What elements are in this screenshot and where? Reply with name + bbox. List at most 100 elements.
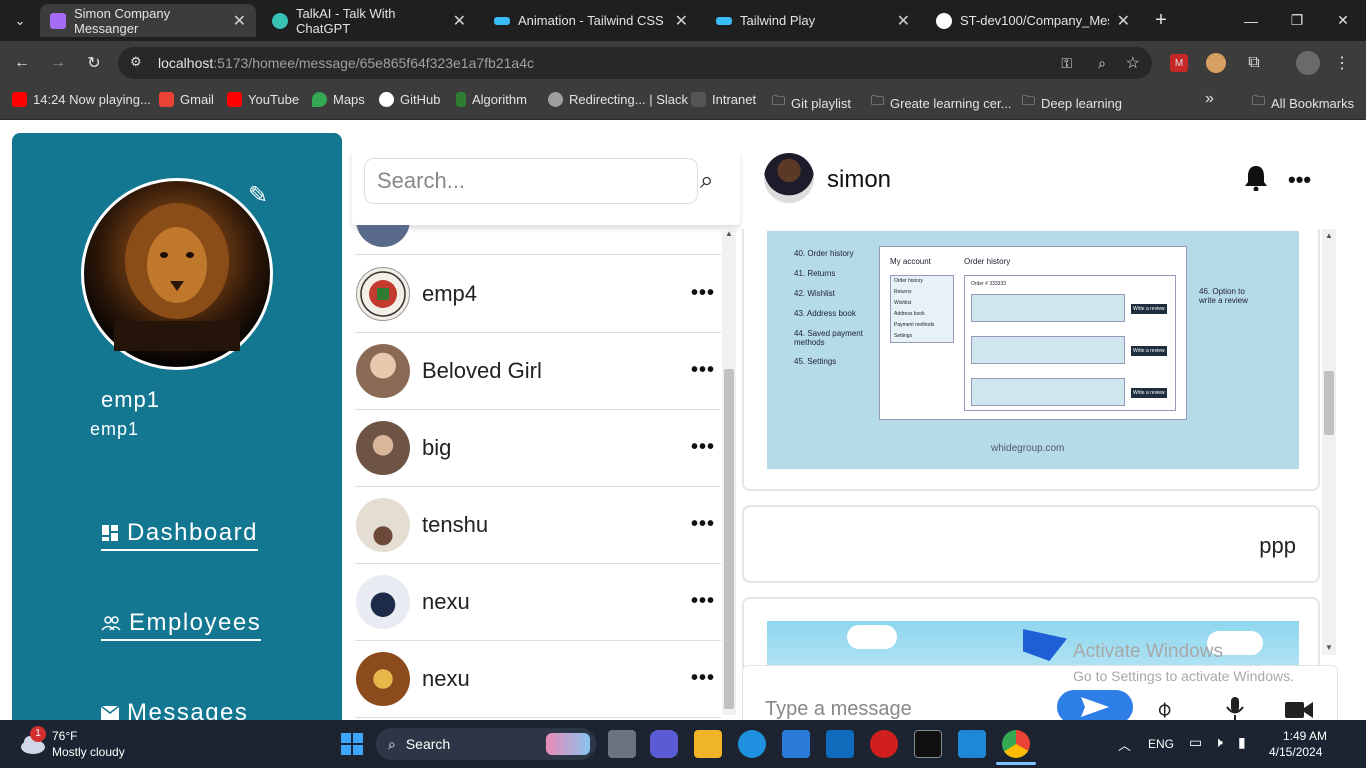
- file-explorer-icon[interactable]: [694, 730, 722, 758]
- microphone-icon[interactable]: [1225, 696, 1245, 720]
- list-item[interactable]: tenshu •••: [355, 487, 721, 564]
- extension-face-icon[interactable]: [1206, 53, 1226, 73]
- bookmark-folder-greate-learning[interactable]: 🗀 Greate learning cer...: [871, 92, 1011, 114]
- bookmark-maps[interactable]: Maps: [312, 92, 365, 107]
- message-image[interactable]: 40. Order history 41. Returns 42. Wishli…: [742, 229, 1320, 491]
- battery-icon[interactable]: ▮: [1238, 734, 1246, 751]
- nav-dashboard[interactable]: Dashboard: [101, 519, 258, 551]
- messages-scrollbar[interactable]: ▲ ▼: [1322, 229, 1336, 655]
- avatar[interactable]: [764, 153, 814, 203]
- bookmarks-overflow-button[interactable]: »: [1205, 90, 1214, 108]
- tab-github-repo[interactable]: ST-dev100/Company_Messa ✕: [926, 4, 1140, 37]
- close-icon[interactable]: ✕: [233, 11, 246, 31]
- message-text[interactable]: ppp: [742, 505, 1320, 583]
- store-icon[interactable]: [782, 730, 810, 758]
- zoom-icon[interactable]: ⌕: [1098, 55, 1106, 72]
- star-icon[interactable]: ☆: [1126, 53, 1140, 73]
- kebab-menu-icon[interactable]: ⋮: [1330, 51, 1354, 75]
- close-icon[interactable]: ✕: [1117, 11, 1130, 31]
- address-bar[interactable]: ⚙ localhost:5173/homee/message/65e865f64…: [118, 47, 1152, 79]
- list-item[interactable]: nexu •••: [355, 564, 721, 641]
- all-bookmarks-button[interactable]: 🗀 All Bookmarks: [1252, 92, 1354, 114]
- list-item[interactable]: nexu •••: [355, 641, 721, 718]
- video-camera-icon[interactable]: [1285, 700, 1313, 720]
- bookmark-now-playing[interactable]: 14:24 Now playing...: [12, 92, 151, 107]
- more-icon[interactable]: •••: [1288, 167, 1311, 193]
- more-icon[interactable]: •••: [691, 436, 715, 459]
- bookmark-slack[interactable]: Redirecting... | Slack: [548, 92, 688, 107]
- bell-icon[interactable]: [1244, 165, 1268, 198]
- minimize-button[interactable]: —: [1228, 0, 1274, 41]
- nav-employees[interactable]: Employees: [101, 609, 262, 641]
- teams-icon[interactable]: [650, 730, 678, 758]
- forward-button[interactable]: →: [46, 51, 70, 75]
- site-info-icon[interactable]: ⚙: [130, 54, 142, 70]
- tab-search-button[interactable]: ⌄: [6, 4, 34, 37]
- terminal-icon[interactable]: [914, 730, 942, 758]
- scroll-up-icon[interactable]: ▲: [725, 229, 733, 238]
- chatlist-scrollbar[interactable]: ▲: [722, 229, 736, 715]
- scrollbar-thumb[interactable]: [1324, 371, 1334, 435]
- tab-simon-company-messanger[interactable]: Simon Company Messanger ✕: [40, 4, 256, 37]
- language-indicator[interactable]: ENG: [1148, 737, 1174, 751]
- more-icon[interactable]: •••: [691, 513, 715, 536]
- chrome-icon[interactable]: [1002, 730, 1030, 758]
- outlook-icon[interactable]: [826, 730, 854, 758]
- edit-profile-icon[interactable]: ✎: [248, 181, 268, 210]
- start-button[interactable]: [338, 730, 366, 758]
- chevron-up-icon[interactable]: ︿: [1118, 735, 1131, 754]
- bookmark-folder-git-playlist[interactable]: 🗀 Git playlist: [772, 92, 851, 114]
- bookmark-github[interactable]: GitHub: [379, 92, 440, 107]
- tab-animation-tailwind[interactable]: Animation - Tailwind CSS ✕: [484, 4, 698, 37]
- edge-icon[interactable]: [738, 730, 766, 758]
- clock-date[interactable]: 4/15/2024: [1269, 745, 1322, 759]
- search-input[interactable]: Search...: [364, 158, 698, 204]
- paperclip-icon[interactable]: ⌀: [1150, 695, 1178, 720]
- weather-desc: Mostly cloudy: [52, 745, 125, 759]
- clock-time[interactable]: 1:49 AM: [1283, 729, 1327, 743]
- bookmark-folder-deep-learning[interactable]: 🗀 Deep learning: [1022, 92, 1122, 114]
- more-icon[interactable]: •••: [691, 359, 715, 382]
- back-button[interactable]: ←: [10, 51, 34, 75]
- task-view-icon[interactable]: [608, 730, 636, 758]
- diagram-label: Returns: [894, 289, 912, 295]
- more-icon[interactable]: •••: [691, 282, 715, 305]
- taskbar-search[interactable]: ⌕ Search: [376, 728, 596, 760]
- send-button[interactable]: [1057, 690, 1133, 720]
- more-icon[interactable]: •••: [691, 590, 715, 613]
- new-tab-button[interactable]: +: [1146, 4, 1176, 37]
- scroll-up-icon[interactable]: ▲: [1325, 231, 1333, 240]
- bookmark-algorithm[interactable]: Algorithm: [456, 92, 527, 107]
- list-item[interactable]: big •••: [355, 410, 721, 487]
- restore-button[interactable]: ❐: [1274, 0, 1320, 41]
- weather-widget[interactable]: 1: [18, 726, 48, 758]
- nav-messages[interactable]: Messages: [101, 699, 248, 720]
- network-icon[interactable]: ▭: [1189, 734, 1202, 751]
- opera-icon[interactable]: [870, 730, 898, 758]
- tab-tailwind-play[interactable]: Tailwind Play ✕: [706, 4, 920, 37]
- close-icon[interactable]: ✕: [453, 11, 466, 31]
- reload-button[interactable]: ↻: [82, 51, 106, 75]
- list-item[interactable]: Beloved Girl •••: [355, 333, 721, 410]
- close-icon[interactable]: ✕: [897, 11, 910, 31]
- key-icon[interactable]: ⚿: [1061, 55, 1072, 72]
- vscode-icon[interactable]: [958, 730, 986, 758]
- more-icon[interactable]: •••: [691, 667, 715, 690]
- scrollbar-thumb[interactable]: [724, 369, 734, 709]
- volume-icon[interactable]: 🕨: [1214, 734, 1223, 751]
- extension-icon[interactable]: M: [1170, 54, 1188, 72]
- bookmark-gmail[interactable]: Gmail: [159, 92, 214, 107]
- bookmark-intranet[interactable]: Intranet: [691, 92, 756, 107]
- window-close-button[interactable]: ✕: [1320, 0, 1366, 41]
- puzzle-icon[interactable]: ⧉: [1242, 51, 1266, 75]
- list-item[interactable]: emp4 •••: [355, 256, 721, 333]
- bookmark-youtube[interactable]: YouTube: [227, 92, 299, 107]
- bookmark-label: GitHub: [400, 92, 441, 107]
- scroll-down-icon[interactable]: ▼: [1325, 643, 1333, 652]
- tab-talkai[interactable]: TalkAI - Talk With ChatGPT ✕: [262, 4, 476, 37]
- search-icon[interactable]: ⌕: [700, 167, 713, 195]
- list-item-partial[interactable]: [355, 225, 721, 255]
- profile-avatar[interactable]: [1296, 51, 1320, 75]
- close-icon[interactable]: ✕: [675, 11, 688, 31]
- message-input[interactable]: Type a message: [765, 698, 912, 720]
